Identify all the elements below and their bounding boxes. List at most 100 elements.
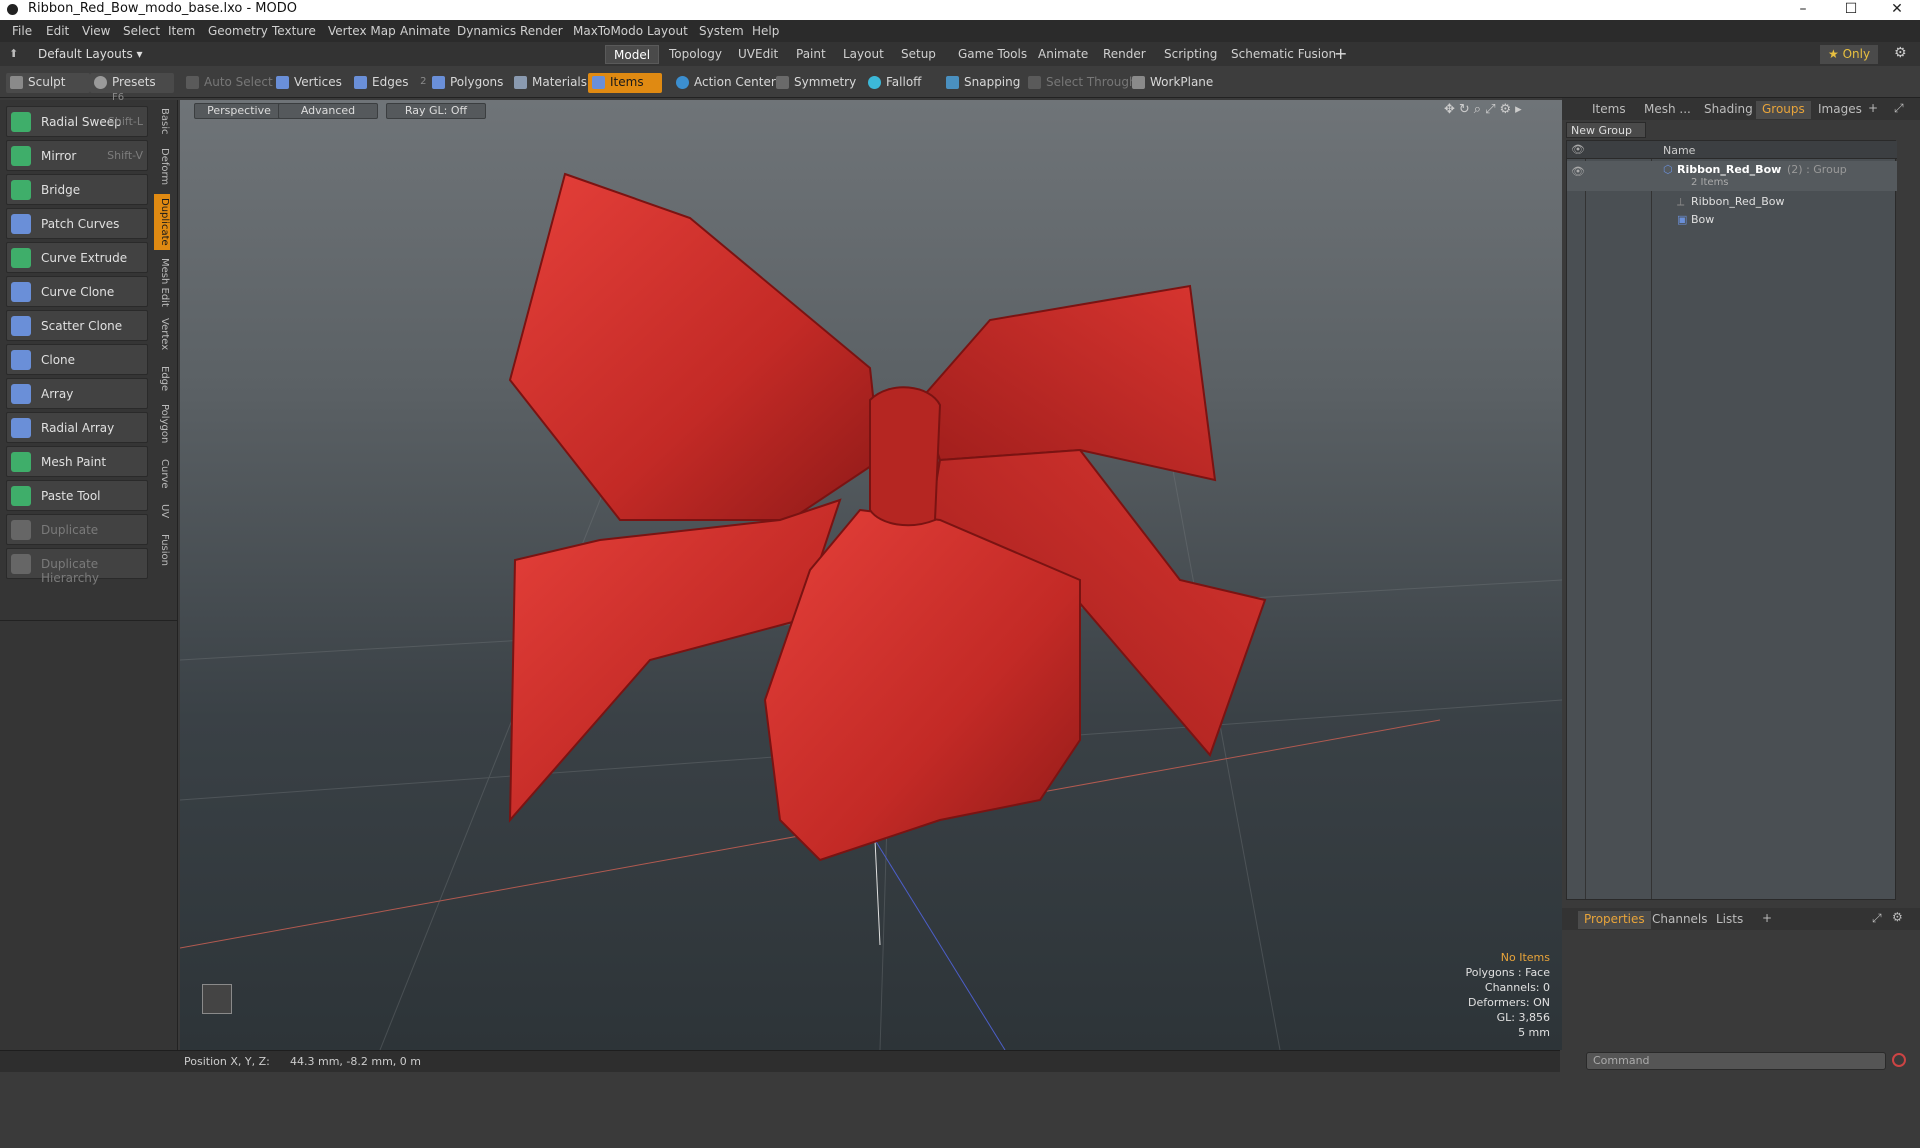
visibility-toggle-icon[interactable]: 👁 xyxy=(1571,165,1585,178)
add-tab-icon[interactable]: + xyxy=(1762,911,1772,925)
array-tool[interactable]: Array xyxy=(6,378,148,409)
record-icon[interactable] xyxy=(1892,1053,1906,1067)
side-tab-edge[interactable]: Edge xyxy=(154,362,170,395)
side-tab-vertex[interactable]: Vertex xyxy=(154,314,170,354)
tab-render[interactable]: Render xyxy=(1095,45,1154,64)
action-center-button[interactable]: Action Center xyxy=(672,73,782,93)
curve-clone-tool[interactable]: Curve Clone xyxy=(6,276,148,307)
presets-button[interactable]: Presets F6 xyxy=(90,73,174,103)
paste-tool[interactable]: Paste Tool xyxy=(6,480,148,511)
workplane-icon xyxy=(1132,76,1145,89)
default-layouts-dropdown[interactable]: Default Layouts ▾ xyxy=(38,47,143,61)
duplicate-hierarchy-tool[interactable]: Duplicate Hierarchy xyxy=(6,548,148,585)
menu-render[interactable]: Render xyxy=(520,24,563,38)
name-header[interactable]: Name xyxy=(1663,144,1695,157)
side-tab-curve[interactable]: Curve xyxy=(154,455,170,493)
tab-setup[interactable]: Setup xyxy=(893,45,944,64)
scatter-clone-tool[interactable]: Scatter Clone xyxy=(6,310,148,341)
side-tab-basic[interactable]: Basic xyxy=(154,104,170,138)
tab-mesh[interactable]: Mesh ... xyxy=(1638,101,1697,119)
select-through-button[interactable]: Select Through xyxy=(1024,73,1143,93)
paste-tool-icon xyxy=(11,486,31,506)
tab-topology[interactable]: Topology xyxy=(661,45,730,64)
menu-maxtomodo[interactable]: MaxToModo xyxy=(573,24,643,38)
curve-extrude-tool[interactable]: Curve Extrude xyxy=(6,242,148,273)
polygons-button[interactable]: Polygons xyxy=(428,73,509,93)
add-tab-icon[interactable]: + xyxy=(1868,101,1878,115)
new-group-button[interactable]: New Group xyxy=(1566,122,1646,138)
radial-sweep-tool[interactable]: Radial Sweep Shift-L xyxy=(6,106,148,137)
menu-system[interactable]: System xyxy=(699,24,744,38)
tab-scripting[interactable]: Scripting xyxy=(1156,45,1225,64)
maximize-button[interactable]: ☐ xyxy=(1828,0,1874,20)
menu-dynamics[interactable]: Dynamics xyxy=(457,24,516,38)
workplane-button[interactable]: WorkPlane xyxy=(1128,73,1219,93)
group-row[interactable]: 👁 ⬡ Ribbon_Red_Bow (2) : Group 2 Items xyxy=(1567,161,1897,191)
expand-icon[interactable]: ⤢ xyxy=(1894,101,1904,116)
tool-panel: Radial Sweep Shift-L Mirror Shift-V Bridge… xyxy=(0,100,178,1064)
symmetry-button[interactable]: Symmetry xyxy=(772,73,862,93)
menu-geometry[interactable]: Geometry xyxy=(208,24,268,38)
side-tab-fusion[interactable]: Fusion xyxy=(154,530,170,570)
gear-icon[interactable]: ⚙ xyxy=(1892,910,1903,924)
tab-items[interactable]: Items xyxy=(1586,101,1632,119)
snapping-button[interactable]: Snapping xyxy=(942,73,1026,93)
sculpt-button[interactable]: Sculpt xyxy=(6,73,90,93)
falloff-button[interactable]: Falloff xyxy=(864,73,927,93)
side-tab-mesh-edit[interactable]: Mesh Edit xyxy=(154,254,170,311)
position-label: Position X, Y, Z: xyxy=(184,1055,270,1068)
edges-button[interactable]: Edges 2 xyxy=(350,73,426,93)
patch-curves-tool[interactable]: Patch Curves xyxy=(6,208,148,239)
items-button[interactable]: Items xyxy=(588,73,662,93)
tab-images[interactable]: Images xyxy=(1812,101,1868,119)
tab-schematic-fusion[interactable]: Schematic Fusion xyxy=(1223,45,1344,64)
auto-select-button[interactable]: Auto Select xyxy=(182,73,279,93)
close-button[interactable]: ✕ xyxy=(1874,0,1920,20)
tab-model[interactable]: Model xyxy=(605,45,660,64)
materials-button[interactable]: Materials xyxy=(510,73,593,93)
only-toggle[interactable]: ★ Only xyxy=(1820,45,1879,64)
minimize-button[interactable]: – xyxy=(1780,0,1826,20)
tab-lists[interactable]: Lists xyxy=(1710,911,1749,929)
menu-layout[interactable]: Layout xyxy=(647,24,688,38)
menu-item[interactable]: Item xyxy=(168,24,195,38)
menu-vertex-map[interactable]: Vertex Map xyxy=(328,24,396,38)
tab-shading[interactable]: Shading xyxy=(1698,101,1759,119)
list-item[interactable]: ▣ Bow xyxy=(1567,211,1897,229)
mesh-paint-tool[interactable]: Mesh Paint xyxy=(6,446,148,477)
menu-edit[interactable]: Edit xyxy=(46,24,69,38)
menu-animate[interactable]: Animate xyxy=(400,24,450,38)
layout-arrow-icon[interactable]: ⬆ xyxy=(9,47,18,60)
command-input[interactable]: Command xyxy=(1586,1052,1886,1070)
menu-texture[interactable]: Texture xyxy=(272,24,316,38)
side-tab-uv[interactable]: UV xyxy=(154,500,170,522)
vertices-button[interactable]: Vertices1 xyxy=(272,73,360,93)
tab-channels[interactable]: Channels xyxy=(1646,911,1714,929)
gear-icon[interactable]: ⚙ xyxy=(1894,45,1907,61)
add-tab-button[interactable]: + xyxy=(1334,44,1347,63)
duplicate-tool[interactable]: Duplicate xyxy=(6,514,148,545)
panel-divider xyxy=(0,620,178,621)
tab-game-tools[interactable]: Game Tools xyxy=(950,45,1035,64)
bridge-tool[interactable]: Bridge xyxy=(6,174,148,205)
menu-file[interactable]: File xyxy=(12,24,32,38)
list-item[interactable]: ⟂ Ribbon_Red_Bow xyxy=(1567,193,1897,211)
tab-layout[interactable]: Layout xyxy=(835,45,892,64)
side-tab-deform[interactable]: Deform xyxy=(154,144,170,189)
side-tab-polygon[interactable]: Polygon xyxy=(154,400,170,447)
side-tab-duplicate[interactable]: Duplicate xyxy=(154,194,170,250)
tab-properties[interactable]: Properties xyxy=(1578,911,1651,929)
radial-array-tool[interactable]: Radial Array xyxy=(6,412,148,443)
menu-help[interactable]: Help xyxy=(752,24,779,38)
modo-app-icon xyxy=(7,4,18,15)
mirror-tool[interactable]: Mirror Shift-V xyxy=(6,140,148,171)
clone-tool[interactable]: Clone xyxy=(6,344,148,375)
tab-animate[interactable]: Animate xyxy=(1030,45,1096,64)
tab-paint[interactable]: Paint xyxy=(788,45,834,64)
tab-groups[interactable]: Groups xyxy=(1756,101,1811,119)
tab-uvedit[interactable]: UVEdit xyxy=(730,45,786,64)
expand-icon[interactable]: ⤢ xyxy=(1872,911,1882,926)
menu-select[interactable]: Select xyxy=(123,24,160,38)
3d-viewport[interactable]: Perspective Advanced Ray GL: Off ✥↻⌕⤢⚙▸ xyxy=(180,100,1562,1050)
menu-view[interactable]: View xyxy=(82,24,110,38)
